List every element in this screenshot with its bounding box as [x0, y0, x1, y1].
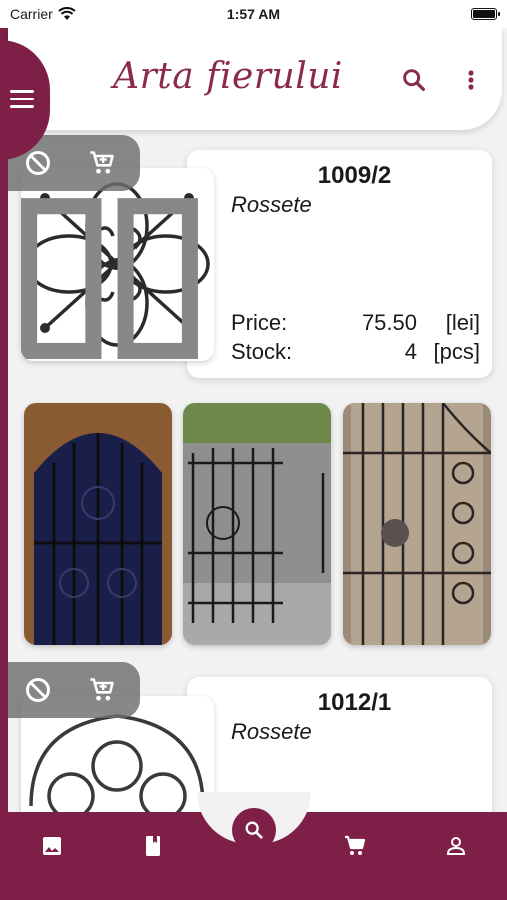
list-clip: 1012/1 Rossete — [8, 130, 507, 812]
block-icon[interactable] — [24, 676, 52, 704]
battery-icon — [471, 8, 500, 20]
brand-title: Arta fierului — [113, 56, 343, 97]
wifi-icon — [58, 7, 76, 20]
catalog-icon[interactable] — [141, 834, 165, 858]
bottom-nav — [0, 792, 507, 900]
add-to-cart-icon[interactable] — [88, 149, 116, 177]
search-icon[interactable] — [400, 66, 428, 94]
carrier-label: Carrier — [10, 6, 53, 22]
search-icon — [245, 821, 263, 839]
add-to-cart-icon[interactable] — [88, 676, 116, 704]
product-name: Rossete — [231, 719, 312, 744]
app-header: Arta fierului — [8, 28, 502, 130]
product-actions — [8, 662, 140, 718]
product-code: 1012/1 — [317, 689, 392, 716]
cart-icon[interactable] — [343, 834, 367, 858]
nav-search-button[interactable] — [232, 808, 276, 852]
block-icon[interactable] — [24, 149, 52, 177]
gallery-icon[interactable] — [40, 834, 64, 858]
menu-icon — [10, 90, 34, 110]
status-time: 1:57 AM — [226, 6, 281, 22]
account-icon[interactable] — [444, 834, 468, 858]
more-vert-icon[interactable] — [463, 66, 479, 94]
status-bar: Carrier 1:57 AM — [0, 0, 507, 28]
